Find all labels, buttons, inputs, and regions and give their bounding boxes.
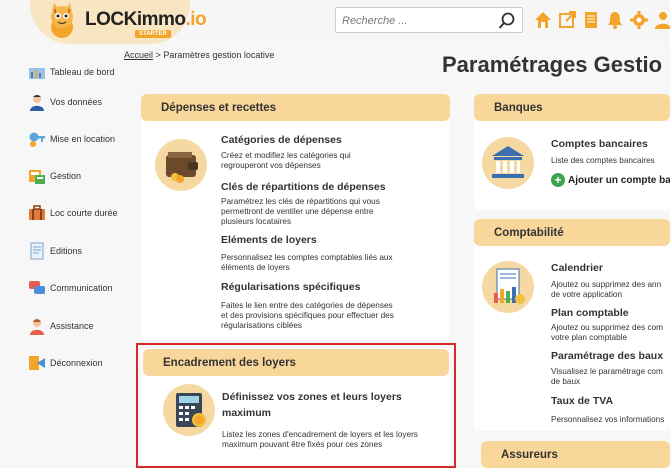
plus-icon: + [551,173,565,187]
top-toolbar [534,10,670,32]
sidebar-item-label: Loc courte durée [50,208,118,218]
sidebar-item-assistance[interactable]: Assistance [28,314,94,338]
page-title: Paramétrages Gestio [442,52,663,77]
sidebar-item-label: Communication [50,283,113,293]
wallet-icon [166,152,198,183]
bell-icon[interactable] [606,10,624,30]
sidebar-item-mise-en-location[interactable]: Mise en location [28,127,115,151]
document-icon[interactable] [582,10,600,30]
user-icon [30,95,44,111]
sidebar-item-deconnexion[interactable]: Déconnexion [28,351,103,375]
section-desc-parametrage-baux: Visualisez le paramétrage com de baux [551,367,663,386]
section-title-calendrier[interactable]: Calendrier [551,262,603,274]
bank-icon-circle [482,137,534,189]
sidebar-item-label: Vos données [50,97,103,107]
sidebar-item-label: Editions [50,246,83,256]
bank-icon [492,146,524,178]
external-link-icon[interactable] [558,10,576,30]
gear-icon[interactable] [630,10,648,30]
comptabilite-card-header: Comptabilité [474,219,670,246]
calculator-icon [176,393,206,427]
search-box [335,7,523,33]
section-desc-calendrier: Ajoutez ou supprimez des ann de votre ap… [551,280,662,299]
section-desc-cles-repartition: Paramétrez les clés de répartitions qui … [221,197,380,226]
section-title-plan-comptable[interactable]: Plan comptable [551,307,629,319]
sidebar-item-vos-donnees[interactable]: Vos données [28,90,102,114]
sidebar-item-loc-courte-duree[interactable]: Loc courte durée [28,201,118,225]
dashboard-icon [29,68,45,79]
add-bank-account-label: Ajouter un compte ba [568,174,670,186]
section-title-comptes-bancaires[interactable]: Comptes bancaires [551,138,648,150]
section-title-categories[interactable]: Catégories de dépenses [221,134,342,146]
gestion-icon [29,170,45,184]
sidebar-item-label: Mise en location [50,134,116,144]
cat-mascot-icon [51,3,73,38]
calculator-icon-circle [163,384,215,436]
breadcrumb-current: Paramètres gestion locative [163,50,275,60]
sidebar-item-label: Assistance [50,321,94,331]
logout-icon [29,356,45,370]
search-input[interactable] [342,13,492,29]
sidebar-item-label: Déconnexion [50,358,103,368]
assureurs-card-header: Assureurs [481,441,670,468]
sidebar-item-dashboard[interactable]: Tableau de bord [28,60,115,84]
accounting-icon [494,268,525,304]
section-title-cles-repartition[interactable]: Clés de répartitions de dépenses [221,181,386,193]
section-title-taux-tva[interactable]: Taux de TVA [551,395,613,407]
depenses-card-header: Dépenses et recettes [141,94,450,121]
chat-icon [29,281,45,294]
section-title-parametrage-baux[interactable]: Paramétrage des baux [551,350,663,362]
sidebar-item-gestion[interactable]: Gestion [28,164,81,188]
breadcrumb: Accueil > Paramètres gestion locative [124,50,274,60]
home-icon[interactable] [534,10,552,30]
section-title-regularisations[interactable]: Régularisations spécifiques [221,281,360,293]
breadcrumb-separator: > [155,50,161,60]
key-icon [29,132,45,147]
section-title-zones[interactable]: Définissez vos zones et leurs loyers max… [222,389,422,421]
sidebar-item-communication[interactable]: Communication [28,276,113,300]
suitcase-icon [29,205,45,220]
section-desc-regularisations: Faites le lien entre des catégories de d… [221,301,394,330]
section-desc-zones: Listez les zones d'encadrement de loyers… [222,430,418,449]
search-icon[interactable] [498,12,516,30]
section-desc-comptes-bancaires: Liste des comptes bancaires [551,156,655,165]
section-desc-plan-comptable: Ajoutez ou supprimez des com votre plan … [551,323,663,342]
top-header: LOCKimmo.io STARTER [0,0,670,44]
plan-badge: STARTER [135,30,171,38]
document-icon [30,242,44,260]
sidebar-item-editions[interactable]: Editions [28,239,82,263]
section-desc-categories: Créez et modifiez les catégories qui reg… [221,151,351,170]
sidebar-item-label: Tableau de bord [50,67,115,77]
logo[interactable]: LOCKimmo.io STARTER [30,0,207,44]
section-desc-elements-loyers: Personnalisez les comptes comptables lié… [221,253,393,272]
logo-text: LOCKimmo.io [85,9,207,30]
user-icon[interactable] [654,10,670,30]
sidebar-item-label: Gestion [50,171,82,181]
support-icon [30,319,44,335]
banques-card-header: Banques [474,94,670,121]
section-desc-taux-tva: Personnalisez vos informations [551,415,665,424]
wallet-icon-circle [155,139,207,191]
accounting-icon-circle [482,261,534,313]
breadcrumb-home-link[interactable]: Accueil [124,50,153,60]
add-bank-account-button[interactable]: + Ajouter un compte ba [551,173,670,187]
section-title-elements-loyers[interactable]: Eléments de loyers [221,234,317,246]
